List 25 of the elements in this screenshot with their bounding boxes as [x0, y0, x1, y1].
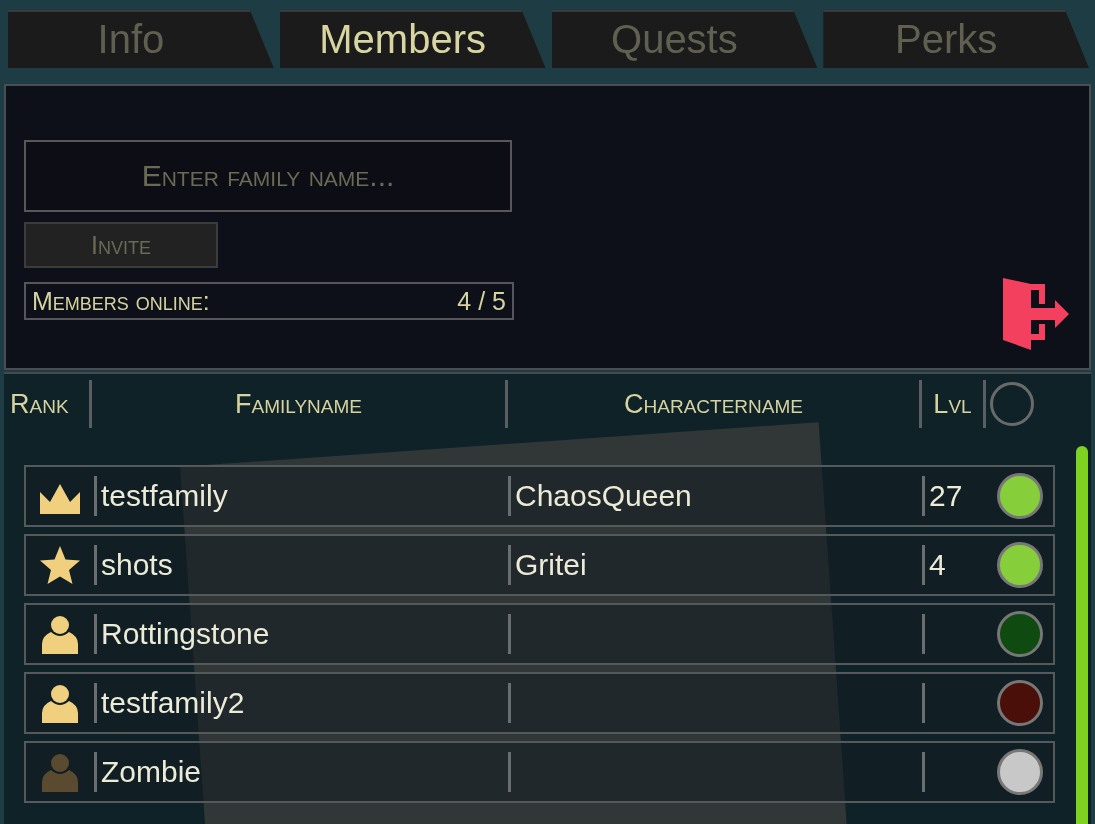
- member-row[interactable]: Rottingstone: [24, 603, 1055, 665]
- family-name-field[interactable]: Enter family name...: [24, 140, 512, 212]
- tab[interactable]: Members: [279, 10, 546, 68]
- level-value: 4: [922, 545, 984, 585]
- family-name: Rottingstone: [94, 614, 508, 654]
- column-header: Lvl: [922, 380, 986, 428]
- family-name: testfamily: [94, 476, 508, 516]
- member-row[interactable]: testfamily2: [24, 672, 1055, 734]
- status-ring-icon: [990, 382, 1034, 426]
- members-online-count: 4 / 5: [457, 286, 506, 316]
- character-name: ChaosQueen: [508, 476, 922, 516]
- column-header: Familyname: [92, 380, 508, 428]
- scrollbar[interactable]: [1076, 446, 1088, 824]
- level-value: 27: [922, 476, 984, 516]
- column-header: Charactername: [508, 380, 922, 428]
- character-name: Gritei: [508, 545, 922, 585]
- family-name: Zombie: [94, 752, 508, 792]
- column-header: Rank: [6, 380, 92, 428]
- member-row[interactable]: shots Gritei 4: [24, 534, 1055, 596]
- member-row[interactable]: testfamily ChaosQueen 27: [24, 465, 1055, 527]
- member-row[interactable]: Zombie: [24, 741, 1055, 803]
- family-name: shots: [94, 545, 508, 585]
- family-name: testfamily2: [94, 683, 508, 723]
- members-online-label: Members online:: [32, 286, 210, 316]
- exit-door-icon[interactable]: [1001, 278, 1071, 350]
